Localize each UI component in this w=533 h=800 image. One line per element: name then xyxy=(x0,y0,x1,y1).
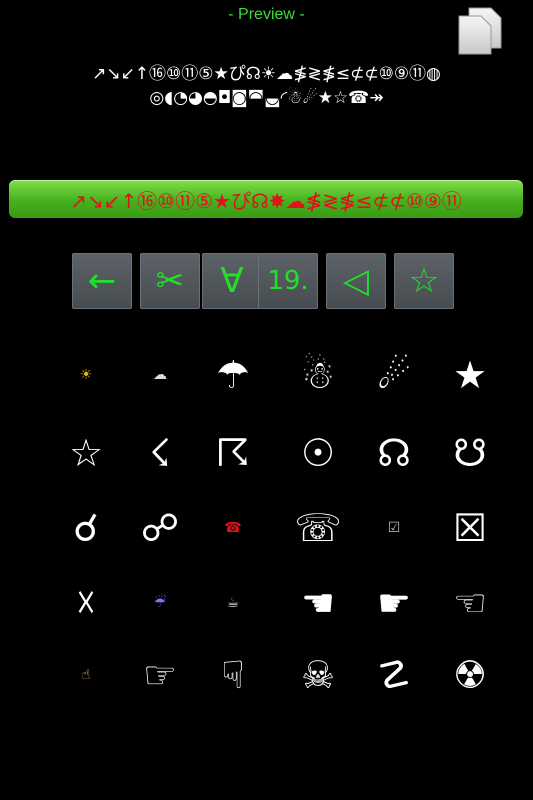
radioactive-icon[interactable]: ☢ xyxy=(432,640,508,710)
star-icon: ☆ xyxy=(408,261,440,301)
hand-left-white-icon[interactable]: ☜ xyxy=(432,568,508,638)
ascending-node-icon[interactable]: ☊ xyxy=(356,418,432,488)
scissors-key[interactable]: ✂ xyxy=(140,253,200,309)
umbrella-icon[interactable]: ☂ xyxy=(195,340,271,410)
snowman-icon[interactable]: ☃ xyxy=(280,340,356,410)
skull-icon[interactable]: ☠ xyxy=(280,640,356,710)
hand-left-black-icon[interactable]: ☚ xyxy=(280,568,356,638)
x-box-icon[interactable]: ☒ xyxy=(432,493,508,563)
white-star-icon[interactable]: ☆ xyxy=(48,418,124,488)
red-telephone-icon[interactable]: ☎ xyxy=(195,493,271,563)
hand-down-icon[interactable]: ☟ xyxy=(195,640,271,710)
hand-right-white-icon[interactable]: ☞ xyxy=(122,640,198,710)
thunderstorm-icon[interactable]: ☈ xyxy=(195,418,271,488)
black-star-icon[interactable]: ★ xyxy=(432,340,508,410)
caution-icon[interactable]: ☡ xyxy=(356,640,432,710)
number-19-label: 19. xyxy=(267,266,309,296)
saltire-icon[interactable]: ☓ xyxy=(48,568,124,638)
insert-bar-text: ↗↘↙↑⑯⑩⑪⑤★ぴ☊✸☁≸≷≸≤⊄⊄⑩⑨⑪ xyxy=(70,188,462,213)
conjunction-icon[interactable]: ☌ xyxy=(48,493,124,563)
preview-text: ↗↘↙↑⑯⑩⑪⑤★ぴ☊☀☁≸≷≸≤⊄⊄⑩⑨⑪◍ ◎◖◔◕◓◘◙◚◛◜☃☄★☆☎↠ xyxy=(92,64,441,108)
checked-box-icon[interactable]: ☑ xyxy=(356,493,432,563)
triangle-key[interactable]: ◁ xyxy=(326,253,386,309)
coffee-icon[interactable]: ☕ xyxy=(195,568,271,638)
lightning-icon[interactable]: ☇ xyxy=(122,418,198,488)
umbrella-rain-icon[interactable]: ☔ xyxy=(122,568,198,638)
scissors-icon: ✂ xyxy=(155,261,185,301)
sun-icon[interactable]: ☀ xyxy=(48,340,124,410)
star-key[interactable]: ☆ xyxy=(394,253,454,309)
triangle-icon: ◁ xyxy=(342,261,370,301)
left-arrow-icon: ← xyxy=(87,261,117,301)
page-title: - Preview - xyxy=(228,6,305,23)
telephone-icon[interactable]: ☏ xyxy=(280,493,356,563)
for-all-icon: ∀ xyxy=(220,261,244,301)
cloud-icon[interactable]: ☁ xyxy=(122,340,198,410)
sun-symbol-icon[interactable]: ☉ xyxy=(280,418,356,488)
copy-icon xyxy=(458,7,502,55)
descending-node-icon[interactable]: ☋ xyxy=(432,418,508,488)
number-19-key[interactable]: 19. xyxy=(258,253,318,309)
insert-bar[interactable]: ↗↘↙↑⑯⑩⑪⑤★ぴ☊✸☁≸≷≸≤⊄⊄⑩⑨⑪ xyxy=(9,180,523,218)
left-arrow-key[interactable]: ← xyxy=(72,253,132,309)
copy-button[interactable] xyxy=(457,6,503,56)
hand-up-icon[interactable]: ☝ xyxy=(48,640,124,710)
opposition-icon[interactable]: ☍ xyxy=(122,493,198,563)
comet-icon[interactable]: ☄ xyxy=(356,340,432,410)
hand-right-black-icon[interactable]: ☛ xyxy=(356,568,432,638)
for-all-key[interactable]: ∀ xyxy=(202,253,262,309)
